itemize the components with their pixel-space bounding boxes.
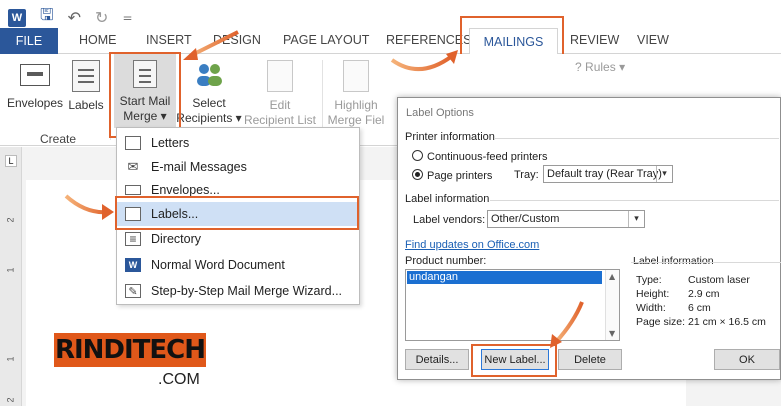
arrow-to-mailings (390, 54, 454, 72)
arrow-to-labels (64, 194, 109, 215)
arrow-head (102, 204, 114, 220)
guide-arrows (64, 30, 584, 348)
arrow-head (183, 48, 198, 60)
arrow-to-new-label (554, 301, 584, 344)
arrow-to-start-mail-merge (189, 30, 239, 58)
